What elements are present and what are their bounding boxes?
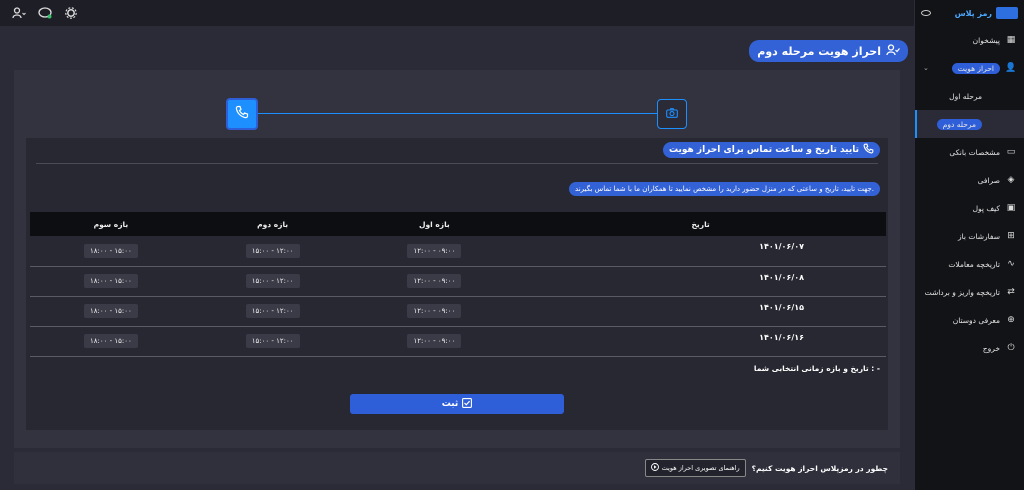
help-footer: راهنمای تصویری احراز هویت چطور در رمزپلا…: [14, 452, 900, 484]
row-date: ۱۴۰۱/۰۶/۱۶: [515, 326, 886, 357]
user-check-icon: 👤: [1005, 63, 1017, 73]
sidebar-item-wallet[interactable]: کیف پول ▣: [915, 194, 1024, 222]
transfer-icon: ⇄: [1007, 287, 1015, 297]
step-camera[interactable]: [657, 99, 687, 129]
time-slot-button[interactable]: ۰۹:۰۰ - ۱۲:۰۰: [407, 334, 462, 348]
card-icon: ▭: [1006, 147, 1016, 157]
user-menu-icon[interactable]: [12, 6, 26, 20]
sidebar: رمز پلاس پیشخوان ▦ ⌄ احراز هویت 👤 مرحله …: [914, 0, 1024, 490]
chat-icon[interactable]: [38, 6, 52, 20]
stepper: [14, 70, 900, 138]
time-slot-button[interactable]: ۱۲:۰۰ - ۱۵:۰۰: [245, 243, 300, 258]
invite-icon: ⊕: [1007, 315, 1015, 325]
sidebar-item-step-one[interactable]: مرحله اول: [915, 82, 1024, 110]
divider: [36, 163, 878, 164]
stepper-connector: [242, 113, 672, 114]
column-header-slot-1: بازه اول: [353, 212, 516, 236]
time-slot-button[interactable]: ۱۵:۰۰ - ۱۸:۰۰: [83, 243, 138, 258]
step-phone-call[interactable]: [226, 98, 258, 130]
submit-button[interactable]: ثبت: [350, 394, 564, 414]
play-icon: [650, 463, 659, 473]
page-title: احراز هویت مرحله دوم: [749, 40, 908, 62]
eye-toggle-icon[interactable]: [921, 10, 931, 16]
sidebar-item-label: سفارشات باز: [958, 231, 1000, 241]
column-header-date: تاریخ: [515, 212, 886, 236]
schedule-table: تاریخ بازه اول بازه دوم بازه سوم ۱۴۰۱/۰۶…: [30, 212, 886, 357]
sidebar-item-open-orders[interactable]: سفارشات باز ⊞: [915, 222, 1024, 250]
sidebar-item-label: پیشخوان: [972, 35, 1000, 45]
top-bar: [0, 0, 914, 26]
column-header-slot-3: بازه سوم: [30, 212, 192, 236]
logo[interactable]: رمز پلاس: [955, 7, 1018, 19]
power-icon: ⏻: [1007, 343, 1015, 353]
sidebar-item-label: مرحله دوم: [936, 118, 982, 130]
logo-text: رمز پلاس: [954, 8, 992, 18]
table-row: ۱۴۰۱/۰۶/۰۸ ۰۹:۰۰ - ۱۲:۰۰ ۱۲:۰۰ - ۱۵:۰۰ ۱…: [30, 266, 886, 297]
sidebar-item-label: تاریخچه معاملات: [948, 259, 1000, 269]
sidebar-item-exchange[interactable]: صرافی ◈: [915, 166, 1024, 194]
table-row: ۱۴۰۱/۰۶/۱۵ ۰۹:۰۰ - ۱۲:۰۰ ۱۲:۰۰ - ۱۵:۰۰ ۱…: [30, 296, 886, 327]
sidebar-item-dashboard[interactable]: پیشخوان ▦: [915, 26, 1024, 54]
sidebar-item-logout[interactable]: خروج ⏻: [915, 334, 1024, 362]
page-title-text: احراز هویت مرحله دوم: [757, 44, 881, 58]
check-square-icon: [462, 397, 473, 411]
sidebar-item-label: تاریخچه واریز و برداشت: [924, 287, 1000, 297]
sidebar-item-trade-history[interactable]: تاریخچه معاملات ∿: [915, 250, 1024, 278]
time-slot-button[interactable]: ۱۲:۰۰ - ۱۵:۰۰: [245, 274, 300, 288]
chart-icon: ∿: [1007, 259, 1015, 269]
time-slot-button[interactable]: ۱۵:۰۰ - ۱۸:۰۰: [83, 274, 138, 288]
sidebar-item-label: کیف پول: [972, 203, 1000, 213]
help-question-text: چطور در رمزپلاس احراز هویت کنیم؟: [751, 463, 888, 473]
cart-icon: ⊞: [1007, 231, 1015, 241]
exchange-icon: ◈: [1007, 175, 1015, 185]
sidebar-item-label: معرفی دوستان: [952, 315, 1000, 325]
time-slot-button[interactable]: ۰۹:۰۰ - ۱۲:۰۰: [407, 304, 462, 318]
time-slot-button[interactable]: ۱۲:۰۰ - ۱۵:۰۰: [245, 304, 300, 318]
phone-icon: [235, 105, 249, 123]
sidebar-item-step-two[interactable]: مرحله دوم: [915, 110, 1024, 138]
time-slot-button[interactable]: ۱۵:۰۰ - ۱۸:۰۰: [83, 334, 138, 348]
logo-mark-icon: [996, 7, 1018, 19]
visual-guide-label: راهنمای تصویری احراز هویت: [661, 464, 740, 472]
section-title: تایید تاریخ و ساعت تماس برای احراز هویت: [663, 142, 880, 158]
sidebar-item-label: خروج: [982, 343, 1000, 353]
row-date: ۱۴۰۱/۰۶/۰۷: [515, 236, 886, 267]
call-schedule-card: تایید تاریخ و ساعت تماس برای احراز هویت …: [26, 138, 888, 430]
selected-slot-text: تاریخ و بازه زمانی انتخابی شما : -: [753, 364, 880, 373]
instruction-text: جهت تایید، تاریخ و ساعتی که در منزل حضور…: [569, 182, 880, 196]
sidebar-item-invite-friends[interactable]: معرفی دوستان ⊕: [915, 306, 1024, 334]
sidebar-item-deposit-withdraw-history[interactable]: تاریخچه واریز و برداشت ⇄: [915, 278, 1024, 306]
sidebar-item-label: احراز هویت: [951, 62, 1000, 74]
settings-gear-icon[interactable]: [64, 6, 78, 20]
table-row: ۱۴۰۱/۰۶/۱۶ ۰۹:۰۰ - ۱۲:۰۰ ۱۲:۰۰ - ۱۵:۰۰ ۱…: [30, 326, 886, 357]
sidebar-item-label: صرافی: [977, 175, 1000, 185]
sidebar-item-verification[interactable]: ⌄ احراز هویت 👤: [915, 54, 1024, 82]
chevron-down-icon: ⌄: [923, 64, 929, 72]
time-slot-button[interactable]: ۱۲:۰۰ - ۱۵:۰۰: [245, 334, 300, 348]
time-slot-button[interactable]: ۰۹:۰۰ - ۱۲:۰۰: [407, 274, 462, 288]
row-date: ۱۴۰۱/۰۶/۱۵: [515, 296, 886, 327]
table-row: ۱۴۰۱/۰۶/۰۷ ۰۹:۰۰ - ۱۲:۰۰ ۱۲:۰۰ - ۱۵:۰۰ ۱…: [30, 236, 886, 267]
phone-icon: [863, 143, 874, 157]
user-check-icon: [886, 43, 900, 59]
camera-icon: [666, 107, 678, 121]
dashboard-icon: ▦: [1006, 35, 1016, 45]
sidebar-item-bank-details[interactable]: مشخصات بانکی ▭: [915, 138, 1024, 166]
section-title-text: تایید تاریخ و ساعت تماس برای احراز هویت: [669, 145, 859, 155]
row-date: ۱۴۰۱/۰۶/۰۸: [515, 266, 886, 297]
column-header-slot-2: بازه دوم: [191, 212, 354, 236]
sidebar-item-label: مشخصات بانکی: [949, 147, 1000, 157]
table-header-row: تاریخ بازه اول بازه دوم بازه سوم: [30, 212, 886, 236]
time-slot-button[interactable]: ۱۵:۰۰ - ۱۸:۰۰: [83, 304, 138, 318]
verification-panel: تایید تاریخ و ساعت تماس برای احراز هویت …: [14, 70, 900, 448]
sidebar-item-label: مرحله اول: [949, 91, 982, 101]
wallet-icon: ▣: [1006, 203, 1016, 213]
submit-label: ثبت: [441, 399, 459, 409]
visual-guide-button[interactable]: راهنمای تصویری احراز هویت: [644, 459, 746, 477]
time-slot-button[interactable]: ۰۹:۰۰ - ۱۲:۰۰: [407, 243, 462, 258]
